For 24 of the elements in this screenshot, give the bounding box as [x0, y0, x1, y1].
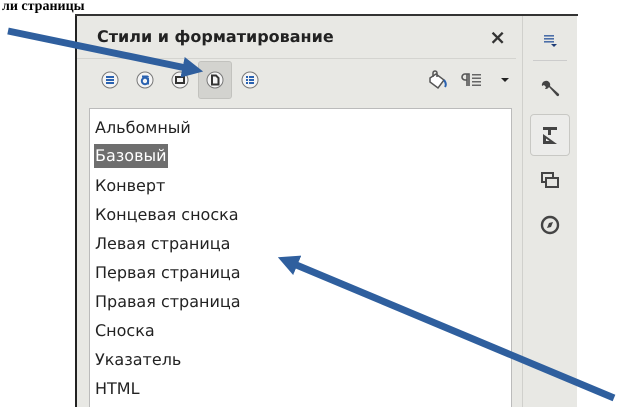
style-list-item[interactable]: Левая страница [94, 229, 232, 258]
sidebar-tab[interactable] [530, 114, 570, 156]
style-list-item[interactable]: Конверт [94, 171, 166, 200]
style-list-item[interactable]: Альбомный [94, 113, 192, 142]
close-button[interactable]: × [489, 24, 506, 49]
style-list-item[interactable]: Концевая сноска [94, 200, 240, 229]
overlapping-windows-icon [539, 169, 561, 191]
character-styles-icon [136, 71, 154, 90]
frame-styles-icon [171, 71, 189, 90]
style-list-item[interactable]: Базовый [94, 144, 168, 168]
paragraph-styles-icon [101, 71, 119, 90]
style-list-item[interactable]: Правая страница [94, 287, 242, 316]
new-style-icon[interactable] [460, 72, 482, 88]
panel-title: Стили и форматирование [97, 27, 334, 46]
compass-icon [539, 214, 561, 236]
caption-text: ли страницы [1, 0, 85, 14]
sidebar-menu-icon[interactable] [542, 34, 558, 48]
style-list-item[interactable]: Сноска [94, 316, 156, 345]
style-list-item[interactable]: HTML [94, 374, 141, 403]
style-list-item[interactable]: Первая страница [94, 258, 242, 287]
page-styles-icon [206, 71, 224, 90]
style-list-item[interactable]: Указатель [94, 345, 182, 374]
style-family-button[interactable] [198, 61, 232, 100]
list-styles-icon [241, 71, 259, 90]
